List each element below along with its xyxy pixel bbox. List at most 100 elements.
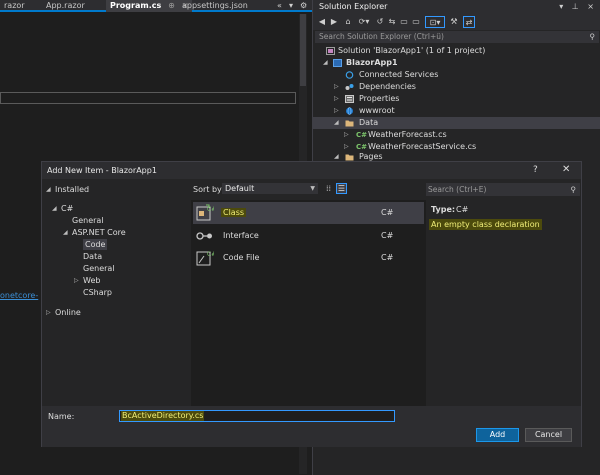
collapse-icon[interactable]: ⇆ bbox=[387, 16, 397, 28]
template-name: Code File bbox=[223, 253, 260, 262]
category-web[interactable]: Web bbox=[83, 275, 100, 286]
category-data[interactable]: Data bbox=[83, 251, 102, 262]
add-button[interactable]: Add bbox=[476, 428, 519, 442]
details-panel: Search (Ctrl+E) ⚲ Type: C# An empty clas… bbox=[426, 179, 581, 406]
tab-appsettings-json[interactable]: appsettings.json bbox=[178, 0, 252, 12]
sort-label: Sort by: bbox=[193, 185, 224, 194]
tree-item-weatherforecast[interactable]: ▷ C# WeatherForecast.cs bbox=[313, 129, 600, 141]
chevron-down-icon[interactable]: ▾ bbox=[289, 0, 293, 12]
collapsed-arrow-icon[interactable]: ▷ bbox=[334, 81, 339, 93]
name-input[interactable]: BcActiveDirectory.cs bbox=[119, 410, 395, 422]
tab-label: appsettings.json bbox=[182, 1, 248, 10]
csharp-file-icon: C# bbox=[356, 131, 368, 139]
search-icon[interactable]: ⚲ bbox=[590, 31, 596, 43]
preview-icon[interactable]: ⇄ bbox=[463, 16, 475, 28]
code-snippet[interactable]: onetcore- bbox=[0, 291, 38, 300]
scrollbar-thumb[interactable] bbox=[300, 14, 306, 86]
tab-razor[interactable]: razor bbox=[0, 0, 29, 12]
template-language: C# bbox=[381, 208, 394, 217]
template-name: Interface bbox=[223, 231, 259, 240]
collapsed-arrow-icon[interactable]: ▷ bbox=[334, 93, 339, 105]
template-item-interface[interactable]: Interface C# bbox=[193, 225, 424, 247]
expanded-arrow-icon[interactable]: ◢ bbox=[46, 186, 51, 193]
add-new-item-dialog: Add New Item - BlazorApp1 ? ✕ ◢ Installe… bbox=[41, 161, 582, 447]
type-value: C# bbox=[456, 205, 469, 214]
template-list: C# Class C# Interface C# C# Code File C# bbox=[191, 200, 426, 406]
category-code[interactable]: Code bbox=[83, 239, 108, 250]
sync-icon[interactable]: ⟳▾ bbox=[357, 16, 371, 28]
category-general[interactable]: General bbox=[72, 215, 104, 226]
tree-item-connected-services[interactable]: Connected Services bbox=[313, 69, 600, 81]
close-icon[interactable]: ✕ bbox=[562, 164, 570, 175]
category-installed[interactable]: Installed bbox=[55, 184, 89, 195]
svg-text:C#: C# bbox=[207, 206, 214, 213]
tree-item-properties[interactable]: ▷ Properties bbox=[313, 93, 600, 105]
help-icon[interactable]: ? bbox=[533, 165, 538, 175]
tree-item-dependencies[interactable]: ▷ Dependencies bbox=[313, 81, 600, 93]
cancel-button[interactable]: Cancel bbox=[525, 428, 572, 442]
collapsed-arrow-icon[interactable]: ▷ bbox=[334, 105, 339, 117]
tree-item-solution[interactable]: Solution 'BlazorApp1' (1 of 1 project) bbox=[313, 45, 600, 57]
solution-explorer-search[interactable]: Search Solution Explorer (Ctrl+ü) ⚲ bbox=[315, 31, 599, 43]
name-label: Name: bbox=[48, 412, 75, 421]
tree-item-label: Solution 'BlazorApp1' (1 of 1 project) bbox=[338, 46, 486, 55]
wrench-icon[interactable]: ⚒ bbox=[449, 16, 459, 28]
panel-title: Solution Explorer bbox=[319, 2, 388, 11]
home-icon[interactable]: ⌂ bbox=[343, 16, 353, 28]
expanded-arrow-icon[interactable]: ◢ bbox=[334, 117, 339, 129]
filter-icon[interactable]: ⊡▾ bbox=[425, 16, 445, 28]
template-item-class[interactable]: C# Class C# bbox=[193, 202, 424, 224]
connected-services-icon bbox=[345, 71, 354, 79]
collapsed-arrow-icon[interactable]: ▷ bbox=[344, 129, 349, 141]
solution-explorer-header: Solution Explorer ▾ ⊥ × bbox=[313, 0, 600, 14]
expanded-arrow-icon[interactable]: ◢ bbox=[52, 205, 57, 212]
sort-dropdown[interactable]: Default ▼ bbox=[222, 183, 318, 194]
tree-item-label: WeatherForecast.cs bbox=[368, 130, 447, 139]
expanded-arrow-icon[interactable]: ◢ bbox=[323, 57, 328, 69]
category-csharp-sub[interactable]: CSharp bbox=[83, 287, 112, 298]
tree-item-label: BlazorApp1 bbox=[346, 58, 398, 67]
search-placeholder: Search (Ctrl+E) bbox=[428, 185, 487, 194]
category-aspnet-core[interactable]: ASP.NET Core bbox=[72, 227, 126, 238]
back-icon[interactable]: ◀ bbox=[317, 16, 327, 28]
search-icon[interactable]: ⚲ bbox=[571, 183, 577, 196]
expanded-arrow-icon[interactable]: ◢ bbox=[63, 229, 68, 236]
interface-icon bbox=[196, 227, 214, 245]
tab-overflow-icon[interactable]: « bbox=[277, 0, 282, 12]
globe-icon bbox=[345, 107, 354, 115]
pin-icon[interactable]: ⊕ bbox=[168, 1, 175, 10]
editor-line-highlight bbox=[0, 92, 296, 104]
category-online[interactable]: Online bbox=[55, 307, 81, 318]
template-search[interactable]: Search (Ctrl+E) ⚲ bbox=[426, 183, 580, 196]
history-icon[interactable]: ↺ bbox=[375, 16, 385, 28]
category-general-sub[interactable]: General bbox=[83, 263, 115, 274]
switch-views-icon[interactable]: ▭ bbox=[399, 16, 409, 28]
name-value: BcActiveDirectory.cs bbox=[121, 411, 205, 421]
class-icon: C# bbox=[196, 204, 216, 222]
tree-item-wwwroot[interactable]: ▷ wwwroot bbox=[313, 105, 600, 117]
tab-label: Program.cs bbox=[110, 1, 162, 10]
svg-text:C#: C# bbox=[207, 251, 214, 258]
template-item-code-file[interactable]: C# Code File C# bbox=[193, 247, 424, 269]
template-panel: Sort by: Default ▼ ⁞⁞ ☰ C# Class C# Inte… bbox=[191, 179, 426, 406]
collapsed-arrow-icon[interactable]: ▷ bbox=[46, 309, 51, 316]
grid-view-icon[interactable]: ⁞⁞ bbox=[323, 183, 334, 194]
template-language: C# bbox=[381, 253, 394, 262]
show-all-icon[interactable]: ▭ bbox=[411, 16, 421, 28]
template-language: C# bbox=[381, 231, 394, 240]
type-label: Type: bbox=[431, 205, 456, 214]
forward-icon[interactable]: ▶ bbox=[329, 16, 339, 28]
tab-label: razor bbox=[4, 1, 25, 10]
tree-item-project[interactable]: ◢ BlazorApp1 bbox=[313, 57, 600, 69]
collapsed-arrow-icon[interactable]: ▷ bbox=[74, 277, 79, 284]
gear-icon[interactable]: ⚙ bbox=[300, 0, 307, 12]
tree-item-label: Data bbox=[359, 118, 379, 127]
folder-icon bbox=[345, 153, 354, 161]
list-view-icon[interactable]: ☰ bbox=[336, 183, 347, 194]
panel-controls[interactable]: ▾ ⊥ × bbox=[559, 0, 597, 14]
search-placeholder: Search Solution Explorer (Ctrl+ü) bbox=[319, 32, 444, 41]
solution-explorer-toolbar: ◀ ▶ ⌂ ⟳▾ ↺ ⇆ ▭ ▭ ⊡▾ ⚒ ⇄ bbox=[313, 14, 600, 30]
category-csharp[interactable]: C# bbox=[61, 203, 73, 214]
tree-item-data-folder[interactable]: ◢ Data bbox=[313, 117, 600, 129]
tab-app-razor[interactable]: App.razor bbox=[42, 0, 89, 12]
